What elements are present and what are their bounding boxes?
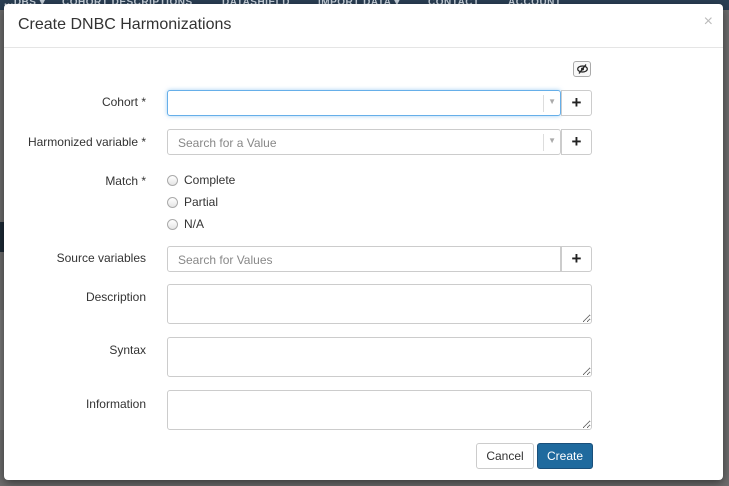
- create-harmonizations-modal: Create DNBC Harmonizations × Cohort * ▼ …: [4, 4, 723, 480]
- chevron-down-icon: ▼: [548, 136, 556, 145]
- description-textarea[interactable]: [167, 284, 592, 324]
- radio-button[interactable]: [167, 197, 178, 208]
- radio-label: N/A: [184, 217, 205, 231]
- select-divider: [543, 134, 544, 151]
- source-variables-placeholder: Search for Values: [178, 253, 273, 267]
- cancel-button[interactable]: Cancel: [476, 443, 534, 469]
- description-label: Description: [85, 290, 146, 304]
- information-textarea[interactable]: [167, 390, 592, 430]
- chevron-down-icon: ▼: [548, 97, 556, 106]
- harmonized-variable-label: Harmonized variable *: [27, 135, 146, 149]
- add-source-variable-button[interactable]: +: [561, 246, 592, 272]
- eye-slash-toggle-button[interactable]: [573, 61, 591, 77]
- syntax-label: Syntax: [109, 343, 146, 357]
- select-divider: [543, 95, 544, 112]
- eye-slash-icon: [577, 64, 588, 74]
- source-variables-input[interactable]: Search for Values: [167, 246, 561, 272]
- create-button[interactable]: Create: [537, 443, 593, 469]
- cohort-select[interactable]: ▼: [167, 90, 561, 116]
- syntax-textarea[interactable]: [167, 337, 592, 377]
- harmonized-variable-select[interactable]: Search for a Value ▼: [167, 129, 561, 155]
- modal-title: Create DNBC Harmonizations: [18, 16, 232, 33]
- add-harmonized-variable-button[interactable]: +: [561, 129, 592, 155]
- close-icon[interactable]: ×: [704, 14, 713, 30]
- source-variables-label: Source variables: [56, 251, 146, 265]
- cohort-label: Cohort *: [101, 95, 146, 109]
- add-cohort-button[interactable]: +: [561, 90, 592, 116]
- modal-header: Create DNBC Harmonizations ×: [4, 4, 723, 48]
- radio-label: Complete: [184, 173, 236, 187]
- radio-label: Partial: [184, 195, 219, 209]
- match-label: Match *: [105, 174, 146, 188]
- radio-button[interactable]: [167, 175, 178, 186]
- information-label: Information: [85, 397, 146, 411]
- harmonized-variable-placeholder: Search for a Value: [178, 136, 277, 150]
- radio-button[interactable]: [167, 219, 178, 230]
